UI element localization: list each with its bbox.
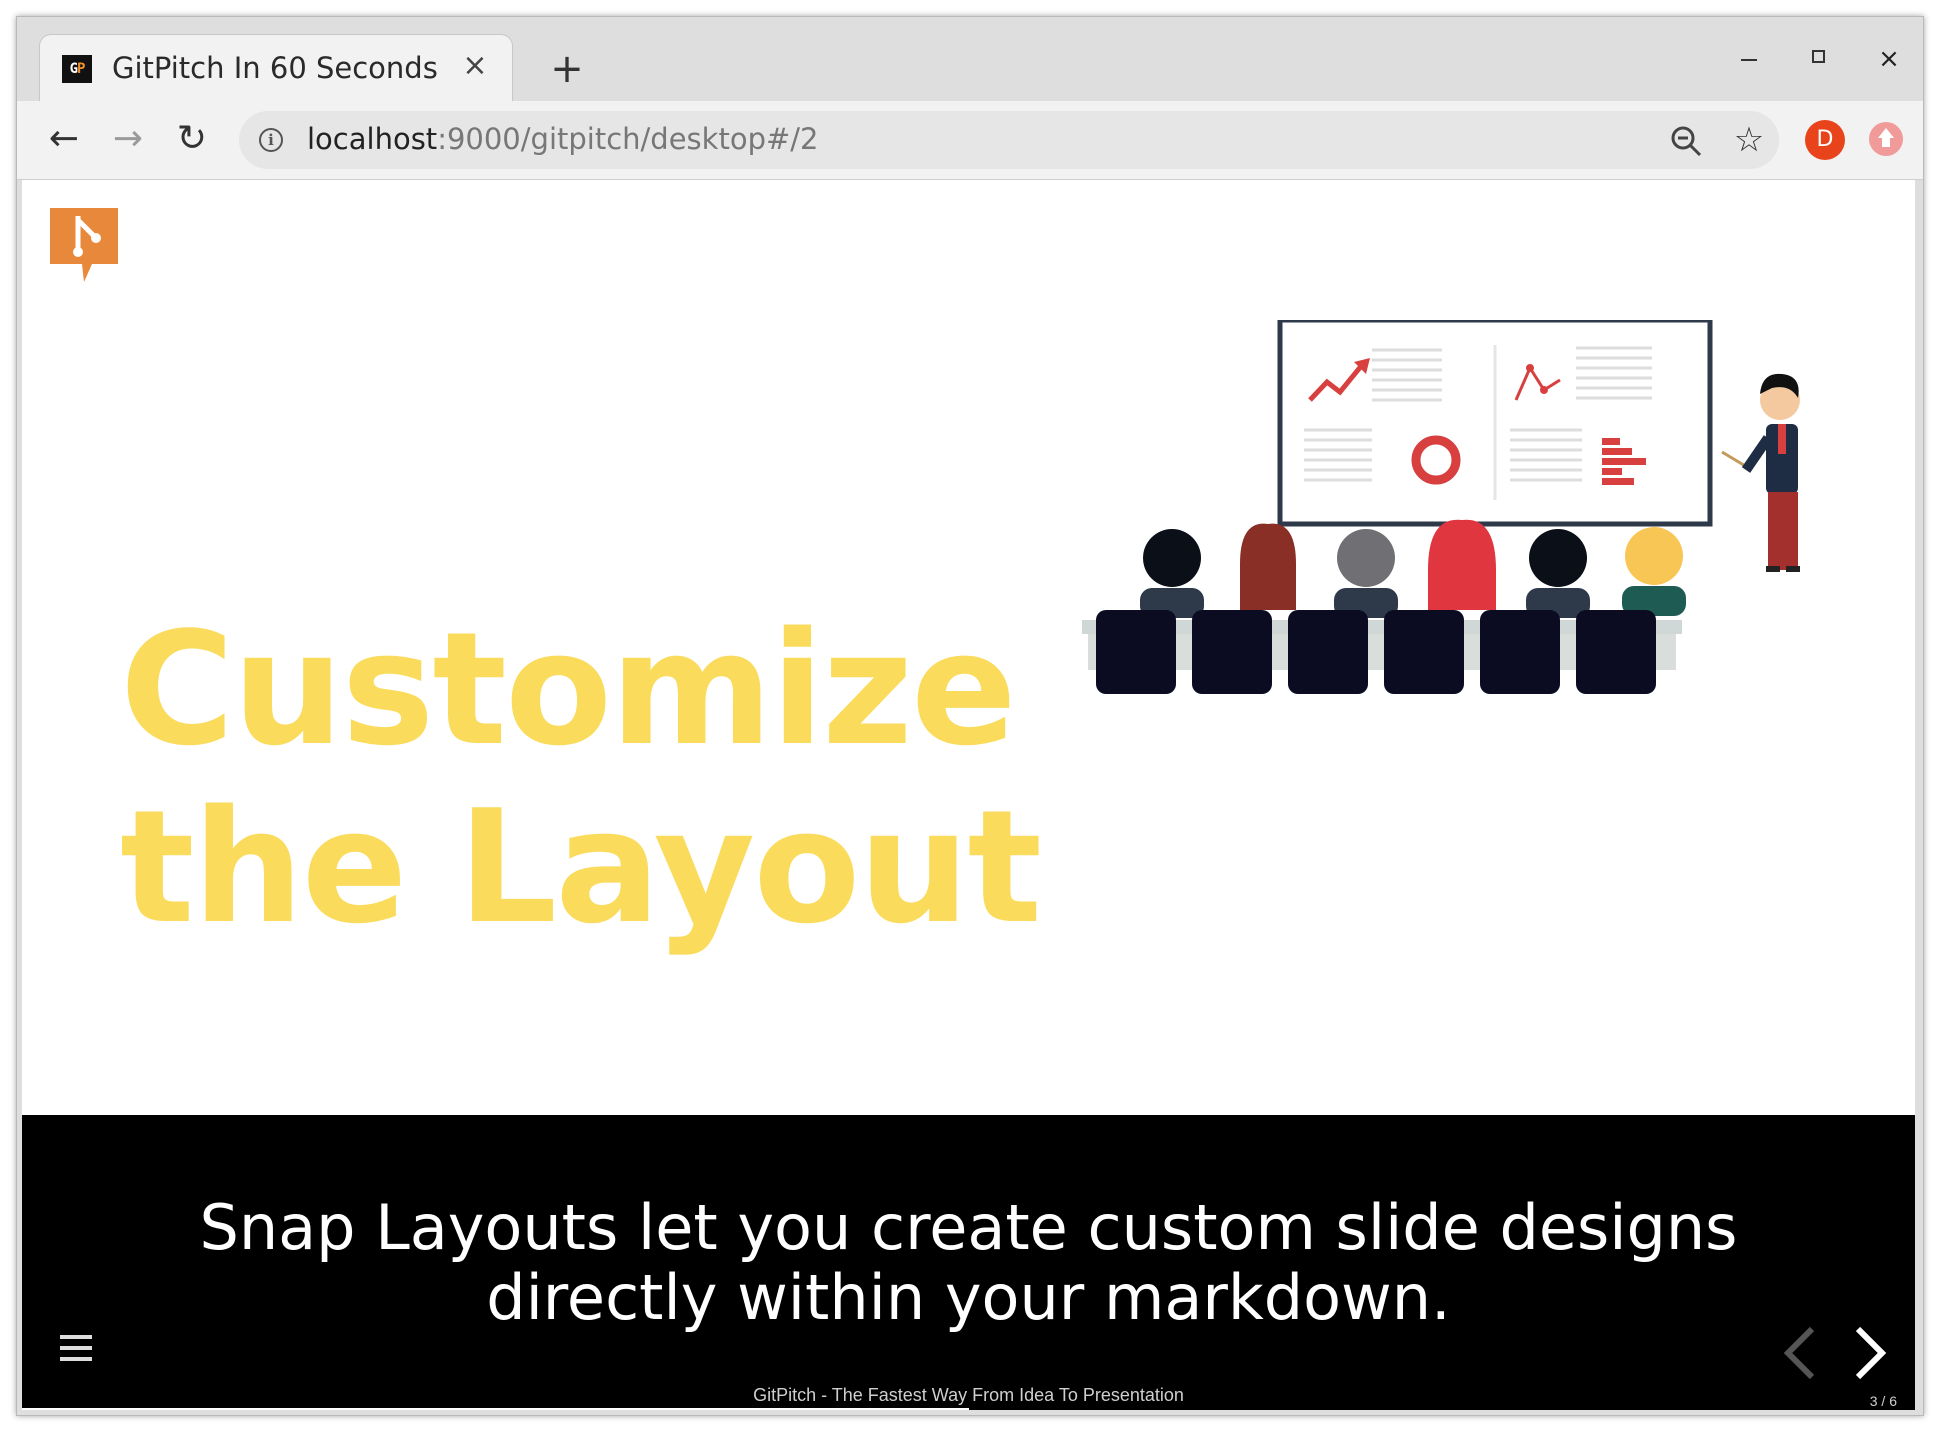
presentation-audience-illustration xyxy=(1082,320,1800,694)
minimize-button[interactable] xyxy=(1727,41,1771,77)
hamburger-menu-icon[interactable] xyxy=(60,1335,92,1363)
slide-page: Customize the Layout Snap Layouts let yo… xyxy=(22,180,1915,1410)
browser-window: GP GitPitch In 60 Seconds × + × ← → ↻ i … xyxy=(16,16,1924,1416)
slide-caption: Snap Layouts let you create custom slide… xyxy=(22,1193,1915,1333)
headline-line-1: Customize xyxy=(120,598,1017,780)
caption-line-2: directly within your markdown. xyxy=(486,1261,1451,1334)
close-window-button[interactable]: × xyxy=(1867,41,1911,77)
browser-toolbar: ← → ↻ i localhost:9000/gitpitch/desktop#… xyxy=(17,101,1923,180)
tab-strip: GP GitPitch In 60 Seconds × + × xyxy=(17,17,1923,101)
new-tab-button[interactable]: + xyxy=(547,49,587,89)
zoom-out-icon[interactable] xyxy=(1669,124,1703,158)
caption-line-1: Snap Layouts let you create custom slide… xyxy=(199,1191,1738,1264)
address-bar[interactable]: i localhost:9000/gitpitch/desktop#/2 ☆ xyxy=(239,111,1779,169)
info-icon[interactable]: i xyxy=(259,128,283,152)
forward-button[interactable]: → xyxy=(105,117,151,163)
tab-gitpitch[interactable]: GP GitPitch In 60 Seconds × xyxy=(39,34,513,101)
extension-upload-icon[interactable] xyxy=(1869,122,1903,156)
headline-line-2: the Layout xyxy=(120,776,1042,958)
back-button[interactable]: ← xyxy=(41,117,87,163)
url-host: localhost xyxy=(307,122,438,156)
chevron-left-icon[interactable] xyxy=(1780,1325,1820,1381)
reload-button[interactable]: ↻ xyxy=(169,117,215,163)
slide-number: 3 / 6 xyxy=(1869,1393,1897,1409)
slide-caption-bar: Snap Layouts let you create custom slide… xyxy=(22,1115,1915,1410)
profile-avatar[interactable]: D xyxy=(1805,120,1845,160)
progress-bar xyxy=(22,1408,969,1410)
maximize-button[interactable] xyxy=(1797,41,1841,77)
bookmark-star-icon[interactable]: ☆ xyxy=(1729,120,1769,160)
url-text[interactable]: localhost:9000/gitpitch/desktop#/2 xyxy=(307,122,819,156)
footer-text: GitPitch - The Fastest Way From Idea To … xyxy=(753,1385,1184,1405)
chevron-right-icon[interactable] xyxy=(1850,1325,1890,1381)
slide-headline: Customize the Layout xyxy=(120,598,1042,958)
gitpitch-logo-icon[interactable] xyxy=(50,208,120,286)
tab-title: GitPitch In 60 Seconds xyxy=(112,51,438,85)
url-path: :9000/gitpitch/desktop#/2 xyxy=(437,122,819,156)
tab-close-icon[interactable]: × xyxy=(458,49,492,83)
gitpitch-favicon-icon: GP xyxy=(62,55,92,83)
